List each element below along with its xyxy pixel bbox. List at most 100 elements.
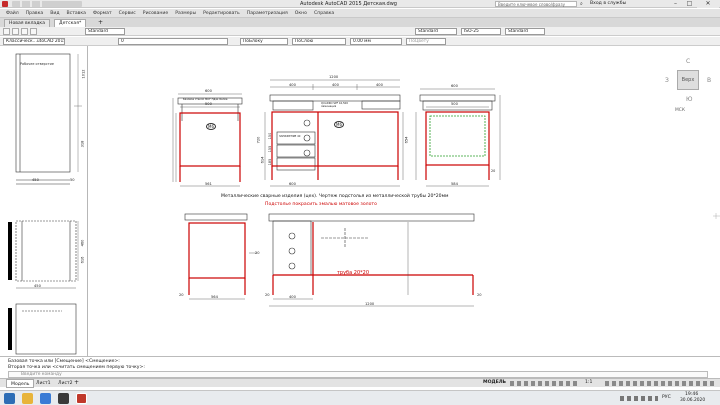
caption-paint: Подстолье покрасить эмалью матовое золот… xyxy=(265,202,377,207)
menu-item-3[interactable]: Вставка xyxy=(67,9,86,18)
cube-face-top[interactable]: Верх xyxy=(677,70,699,90)
language-indicator[interactable]: РУС xyxy=(662,395,671,400)
dim-bottom-right-leg: 20 xyxy=(477,293,482,297)
left-viewport[interactable]: Рабочее отверстие 450 50 1012 318 460 61… xyxy=(0,46,88,362)
document-tabs: Новая вкладка Детская* + xyxy=(0,18,720,27)
left-dim-h3: 460 xyxy=(80,239,85,247)
tab-model[interactable]: Модель xyxy=(6,379,35,388)
dim-right-top: 600 xyxy=(451,84,458,88)
wcs-menu[interactable]: МСК xyxy=(675,108,685,113)
label-m6-center: М6 xyxy=(334,121,344,128)
add-layout-icon[interactable]: + xyxy=(74,379,79,386)
layer-select[interactable]: 0 xyxy=(118,38,228,45)
tab-new[interactable]: Новая вкладка xyxy=(4,19,51,27)
open-icon[interactable] xyxy=(12,28,19,35)
menu-item-1[interactable]: Правка xyxy=(26,9,43,18)
status-icons[interactable] xyxy=(510,381,580,386)
text-style-select[interactable]: Standard xyxy=(415,28,457,35)
dim-bottom-front-part: 400 xyxy=(289,295,296,299)
layers-toolbar: Классическ...utoCAD 2015 0 ПоБлоку ПоСло… xyxy=(0,37,720,46)
add-tab-icon[interactable]: + xyxy=(98,19,103,26)
menu-item-0[interactable]: Файл xyxy=(6,9,19,18)
save-icon[interactable] xyxy=(21,28,28,35)
tray-icons[interactable] xyxy=(620,396,658,401)
login-button[interactable]: Вход в службы xyxy=(590,1,626,6)
start-icon[interactable] xyxy=(4,393,15,404)
dim-front-bottom: 600 xyxy=(289,182,296,186)
workspace-select[interactable]: Классическ...utoCAD 2015 xyxy=(3,38,65,45)
compass-east[interactable]: В xyxy=(707,77,711,84)
close-button[interactable]: ✕ xyxy=(697,0,719,8)
label-m6-left: М6 xyxy=(206,123,216,130)
table-style-select[interactable]: Standard xyxy=(505,28,545,35)
dim-right-bottom: 584 xyxy=(451,182,458,186)
pipe-label: труба 20*20 xyxy=(337,270,370,276)
color-select[interactable]: ПоБлоку xyxy=(240,38,288,45)
left-dim-h2: 318 xyxy=(80,140,85,148)
fixtures-note: ЗАНИЖЕНИЕ 40 xyxy=(279,135,301,138)
command-history-2: Вторая точка или <считать смещением перв… xyxy=(8,365,145,370)
quick-access-toolbar[interactable] xyxy=(12,1,82,7)
browser-icon[interactable] xyxy=(40,393,51,404)
dim-front-total: 1200 xyxy=(329,75,339,79)
explorer-icon[interactable] xyxy=(22,393,33,404)
compass-south[interactable]: Ю xyxy=(686,96,692,103)
model-space-canvas[interactable]: 600 500 561 Базовое стекло MDF Ндак Бело… xyxy=(89,46,720,356)
annotation-scale[interactable]: 1:1 xyxy=(585,380,592,385)
print-icon[interactable] xyxy=(30,28,37,35)
status-icons-right[interactable] xyxy=(605,381,715,386)
menu-bar: Файл Правка Вид Вставка Формат Сервис Рисовани… xyxy=(0,9,720,18)
maximize-button[interactable]: □ xyxy=(683,0,696,8)
caption-main: Металлические сварные изделия (цех). Чер… xyxy=(221,194,449,199)
dim-drawer-h3: 185 xyxy=(268,158,273,166)
dim-leg-height: 20 xyxy=(491,169,496,173)
dim-front-seg1: 400 xyxy=(289,83,296,87)
media-icon[interactable] xyxy=(58,393,69,404)
dim-front-inner: 614 xyxy=(260,156,265,164)
dim-right-inner: 500 xyxy=(451,102,458,106)
left-dim-h1: 1012 xyxy=(81,69,86,79)
dim-drawer-h1: 150 xyxy=(268,132,273,140)
view-cube[interactable]: С З В Ю Верх МСК xyxy=(665,58,713,118)
left-partial-drawing xyxy=(8,53,82,355)
command-input[interactable]: Введите команду xyxy=(8,371,708,378)
menu-item-6[interactable]: Рисование xyxy=(143,9,168,18)
autocad-icon[interactable] xyxy=(76,393,87,404)
tab-sheet1[interactable]: Лист1 xyxy=(32,379,55,388)
clock-date[interactable]: 30.06.2020 xyxy=(680,398,705,403)
menu-item-7[interactable]: Размеры xyxy=(175,9,196,18)
search-input[interactable]: Введите ключевое слово/фразу xyxy=(495,1,577,7)
search-icon[interactable]: ⌕ xyxy=(580,1,583,7)
dim-heights-a: 720 xyxy=(256,136,261,144)
left-dim-h4: 616 xyxy=(80,256,85,264)
mleader-style-select[interactable]: Standard xyxy=(85,28,125,35)
new-icon[interactable] xyxy=(3,28,10,35)
technical-drawing xyxy=(172,79,720,307)
left-dim-w1: 450 xyxy=(32,178,39,182)
windows-taskbar: РУС 19:46 30.06.2020 xyxy=(0,390,720,405)
model-status[interactable]: МОДЕЛЬ xyxy=(483,380,506,385)
dim-style-select[interactable]: ISO-25 xyxy=(461,28,501,35)
plot-style-select[interactable]: ПоЦвету xyxy=(406,38,446,45)
menu-item-9[interactable]: Параметризация xyxy=(247,9,288,18)
compass-west[interactable]: З xyxy=(665,77,669,84)
app-icon[interactable] xyxy=(2,1,8,7)
command-history-1: Базовая точка или [Смещение] <Смещение>: xyxy=(8,359,120,364)
dim-front-seg3: 400 xyxy=(376,83,383,87)
menu-item-11[interactable]: Справка xyxy=(314,9,334,18)
title-bar: Autodesk AutoCAD 2015 Детская.dwg Введит… xyxy=(0,0,720,8)
menu-item-10[interactable]: Окно xyxy=(295,9,307,18)
dim-side-inner: 500 xyxy=(205,102,212,106)
minimize-button[interactable]: – xyxy=(669,0,682,8)
menu-item-5[interactable]: Сервис xyxy=(119,9,136,18)
dim-side-width: 600 xyxy=(205,89,212,93)
linetype-select[interactable]: ПоСлою xyxy=(292,38,346,45)
lineweight-select[interactable]: 0.00 мм xyxy=(350,38,402,45)
menu-item-2[interactable]: Вид xyxy=(50,9,59,18)
glass-note: Базовое стекло MDF Ндак Белое xyxy=(183,98,228,101)
tab-drawing[interactable]: Детская* xyxy=(54,19,87,27)
compass-north[interactable]: С xyxy=(686,58,690,65)
menu-item-4[interactable]: Формат xyxy=(93,9,112,18)
menu-item-8[interactable]: Редактировать xyxy=(203,9,240,18)
clock-time[interactable]: 19:46 xyxy=(685,392,698,397)
